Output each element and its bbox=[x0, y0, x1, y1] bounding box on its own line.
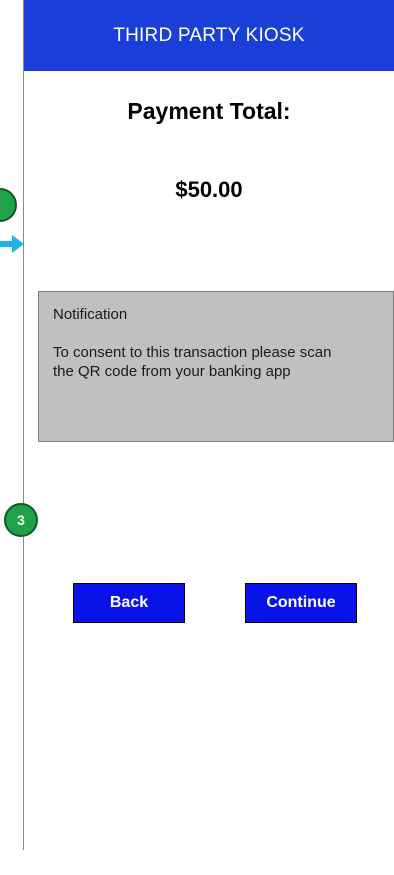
notification-message: To consent to this transaction please sc… bbox=[53, 344, 332, 380]
payment-amount: $50.00 bbox=[175, 177, 243, 202]
payment-total-label: Payment Total: bbox=[127, 98, 291, 124]
header-title: THIRD PARTY KIOSK bbox=[113, 24, 305, 46]
kiosk-header: THIRD PARTY KIOSK bbox=[24, 0, 394, 71]
step-badge-3: 3 bbox=[4, 503, 38, 537]
notification-box: Notification To consent to this transact… bbox=[38, 291, 394, 442]
continue-button[interactable]: Continue bbox=[245, 583, 357, 623]
flow-line bbox=[23, 0, 24, 850]
back-button[interactable]: Back bbox=[73, 583, 185, 623]
notification-title: Notification bbox=[53, 306, 128, 323]
flow-arrow-icon bbox=[0, 235, 24, 253]
step-badge-partial bbox=[0, 188, 17, 222]
kiosk-screen: THIRD PARTY KIOSK Payment Total: $50.00 … bbox=[0, 0, 394, 875]
